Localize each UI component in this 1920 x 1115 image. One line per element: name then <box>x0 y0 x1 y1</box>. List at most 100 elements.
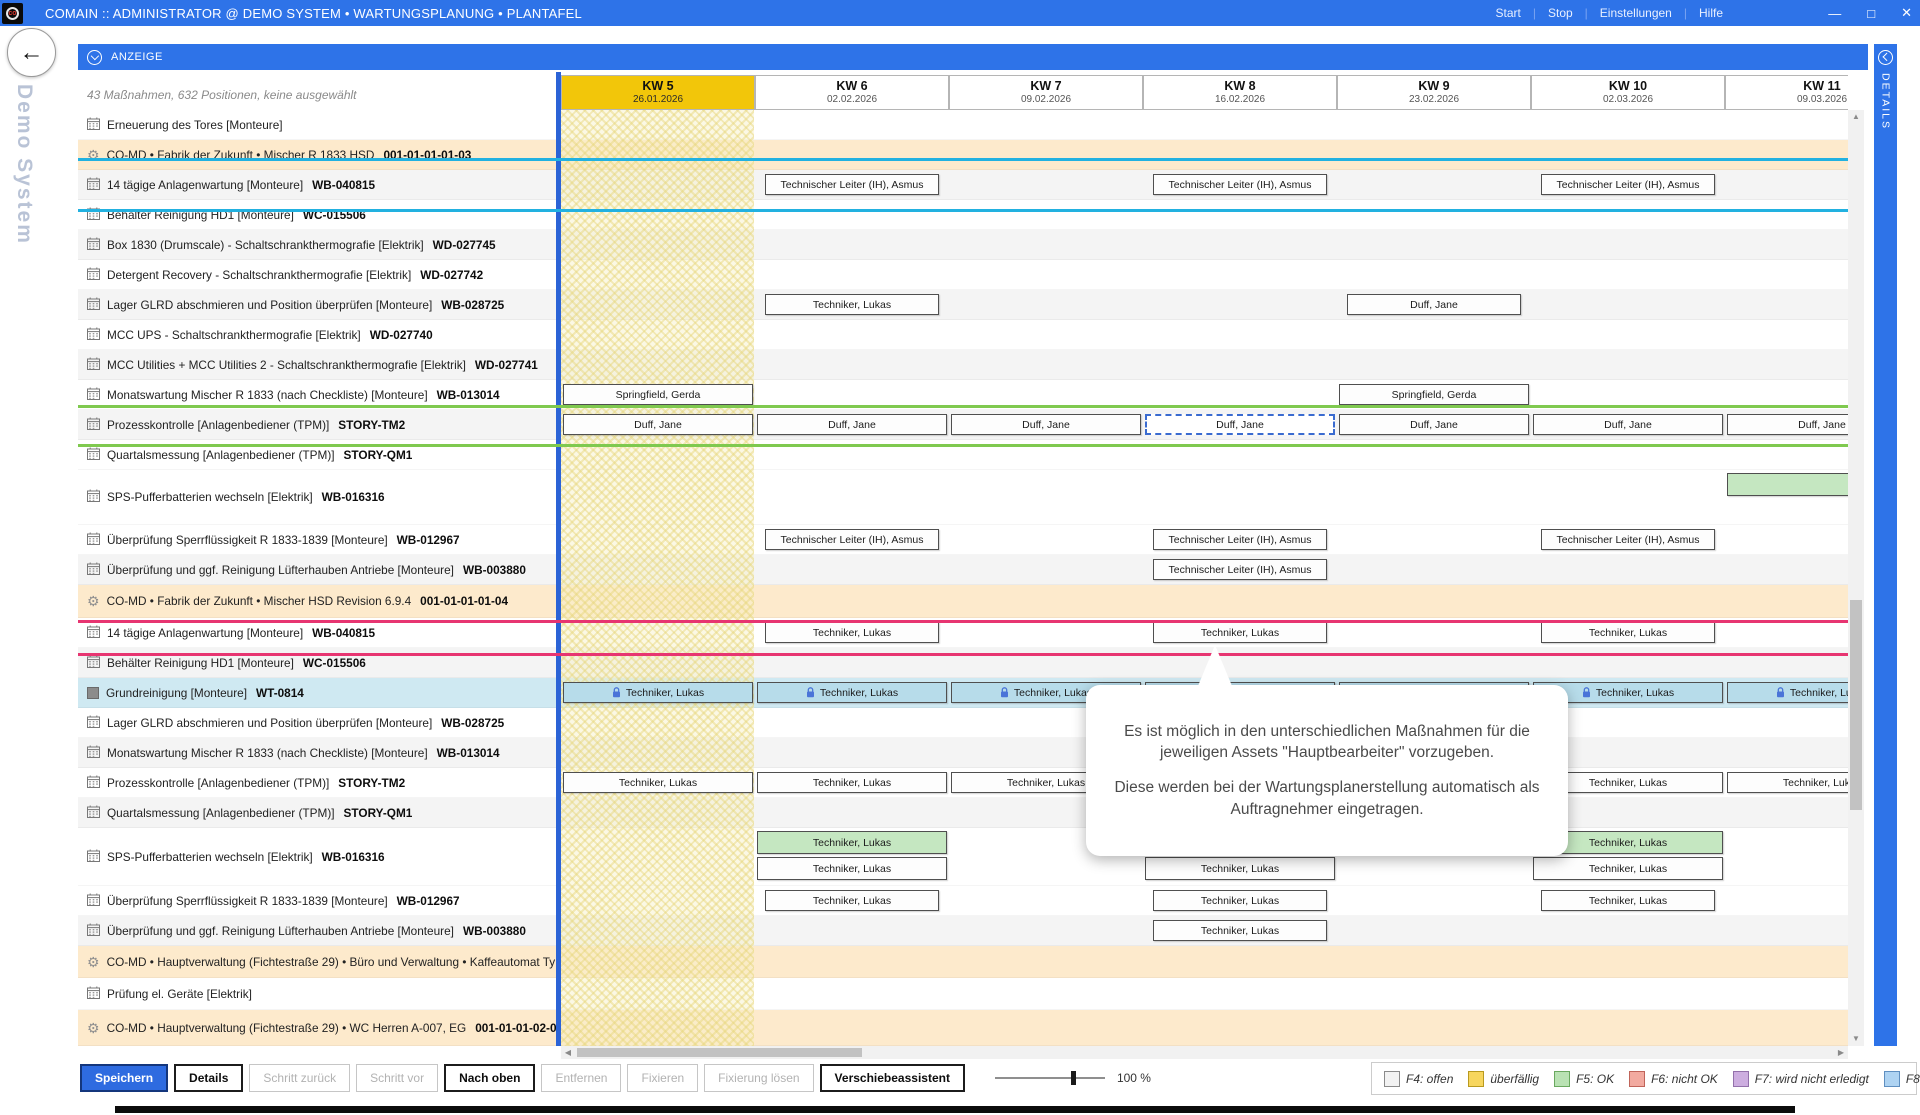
schedule-cell[interactable]: Techniker, Lukas <box>1727 772 1848 793</box>
task-row[interactable]: Überprüfung und ggf. Reinigung Lüfterhau… <box>78 555 1848 585</box>
menu-item-hilfe[interactable]: Hilfe <box>1687 6 1735 20</box>
row-label[interactable]: Box 1830 (Drumscale) - Schaltschrankther… <box>78 230 561 259</box>
schedule-cell[interactable]: Duff, Jane <box>1145 414 1335 435</box>
schedule-cell[interactable]: Techniker, Lukas <box>765 622 939 643</box>
row-label[interactable]: Behälter Reinigung HD1 [Monteure]WC-0155… <box>78 648 561 677</box>
group-row[interactable]: ⚙CO-MD • Hauptverwaltung (Fichtestraße 2… <box>78 946 1848 978</box>
row-label[interactable]: SPS-Pufferbatterien wechseln [Elektrik]W… <box>78 828 561 885</box>
row-label[interactable]: Prozesskontrolle [Anlagenbediener (TPM)]… <box>78 410 561 439</box>
task-row[interactable]: Behälter Reinigung HD1 [Monteure]WC-0155… <box>78 648 1848 678</box>
task-row[interactable]: 14 tägige Anlagenwartung [Monteure]WB-04… <box>78 170 1848 200</box>
schedule-cell[interactable]: Techniker, Lukas <box>765 890 939 911</box>
group-row[interactable]: ⚙CO-MD • Fabrik der Zukunft • Mischer HS… <box>78 585 1848 618</box>
schedule-cell[interactable]: Techniker, Lukas <box>757 772 947 793</box>
row-label[interactable]: ⚙CO-MD • Hauptverwaltung (Fichtestraße 2… <box>78 946 561 977</box>
task-row[interactable]: Prozesskontrolle [Anlagenbediener (TPM)]… <box>78 768 1848 798</box>
anzeige-collapse-bar[interactable]: ANZEIGE <box>78 44 1868 70</box>
task-row[interactable]: Prüfung el. Geräte [Elektrik] <box>78 978 1848 1010</box>
details-button[interactable]: Details <box>174 1064 243 1092</box>
task-row[interactable]: Lager GLRD abschmieren und Position über… <box>78 708 1848 738</box>
close-button[interactable]: ✕ <box>1901 5 1912 21</box>
row-label[interactable]: Überprüfung und ggf. Reinigung Lüfterhau… <box>78 916 561 945</box>
schedule-cell[interactable]: Techniker, Lukas <box>1153 622 1327 643</box>
row-label[interactable]: Monatswartung Mischer R 1833 (nach Check… <box>78 380 561 409</box>
schedule-cell[interactable]: Duff, Jane <box>1339 414 1529 435</box>
schedule-cell[interactable]: Duff, Jane <box>757 414 947 435</box>
schedule-cell[interactable] <box>1727 473 1848 496</box>
week-header-kw-11[interactable]: KW 1109.03.2026 <box>1725 75 1848 110</box>
task-row[interactable]: Monatswartung Mischer R 1833 (nach Check… <box>78 738 1848 768</box>
horizontal-scroll-thumb[interactable] <box>577 1048 862 1057</box>
week-header-kw-10[interactable]: KW 1002.03.2026 <box>1531 75 1725 110</box>
speichern-button[interactable]: Speichern <box>80 1064 168 1092</box>
row-label[interactable]: Überprüfung Sperrflüssigkeit R 1833-1839… <box>78 886 561 915</box>
row-label[interactable]: Lager GLRD abschmieren und Position über… <box>78 708 561 737</box>
schedule-cell[interactable]: Techniker, Lukas <box>765 294 939 315</box>
schedule-cell[interactable]: Techniker, Lukas <box>1727 682 1848 703</box>
task-row[interactable]: SPS-Pufferbatterien wechseln [Elektrik]W… <box>78 470 1848 525</box>
schedule-cell[interactable]: Techniker, Lukas <box>757 682 947 703</box>
row-label[interactable]: ⚙CO-MD • Hauptverwaltung (Fichtestraße 2… <box>78 1010 561 1045</box>
schedule-cell[interactable]: Techniker, Lukas <box>1533 857 1723 880</box>
schedule-cell[interactable]: Duff, Jane <box>951 414 1141 435</box>
task-row[interactable]: Grundreinigung [Monteure]WT-0814Technike… <box>78 678 1848 708</box>
row-label[interactable]: MCC Utilities + MCC Utilities 2 - Schalt… <box>78 350 561 379</box>
scroll-down-icon[interactable]: ▼ <box>1848 1032 1864 1046</box>
horizontal-scrollbar[interactable]: ◀ ▶ <box>561 1046 1848 1059</box>
task-row[interactable]: 14 tägige Anlagenwartung [Monteure]WB-04… <box>78 618 1848 648</box>
row-label[interactable]: Überprüfung Sperrflüssigkeit R 1833-1839… <box>78 525 561 554</box>
row-label[interactable]: Behälter Reinigung HD1 [Monteure]WC-0155… <box>78 200 561 229</box>
row-label[interactable]: Überprüfung und ggf. Reinigung Lüfterhau… <box>78 555 561 584</box>
task-row[interactable]: Behälter Reinigung HD1 [Monteure]WC-0155… <box>78 200 1848 230</box>
details-side-tab[interactable]: DETAILS <box>1874 44 1897 1046</box>
row-label[interactable]: SPS-Pufferbatterien wechseln [Elektrik]W… <box>78 470 561 524</box>
menu-item-start[interactable]: Start <box>1484 6 1533 20</box>
task-row[interactable]: Erneuerung des Tores [Monteure] <box>78 110 1848 140</box>
schedule-cell[interactable]: Technischer Leiter (IH), Asmus <box>1541 529 1715 550</box>
scroll-up-icon[interactable]: ▲ <box>1848 110 1864 124</box>
row-label[interactable]: Quartalsmessung [Anlagenbediener (TPM)]S… <box>78 798 561 827</box>
group-row[interactable]: ⚙CO-MD • Hauptverwaltung (Fichtestraße 2… <box>78 1010 1848 1046</box>
row-label[interactable]: Erneuerung des Tores [Monteure] <box>78 110 561 139</box>
week-header-kw-8[interactable]: KW 816.02.2026 <box>1143 75 1337 110</box>
schedule-cell[interactable]: Techniker, Lukas <box>1541 622 1715 643</box>
schedule-cell[interactable]: Duff, Jane <box>1727 414 1848 435</box>
schedule-cell[interactable]: Technischer Leiter (IH), Asmus <box>1153 174 1327 195</box>
slider-thumb[interactable] <box>1071 1071 1076 1085</box>
schedule-cell[interactable]: Springfield, Gerda <box>563 384 753 405</box>
schedule-cell[interactable]: Techniker, Lukas <box>757 857 947 880</box>
schedule-cell[interactable]: Techniker, Lukas <box>1145 857 1335 880</box>
schedule-cell[interactable]: Techniker, Lukas <box>757 831 947 854</box>
verschiebeassistent-button[interactable]: Verschiebeassistent <box>820 1064 965 1092</box>
scroll-right-icon[interactable]: ▶ <box>1834 1046 1848 1059</box>
week-header-kw-6[interactable]: KW 602.02.2026 <box>755 75 949 110</box>
back-button[interactable]: ← <box>7 28 56 77</box>
row-label[interactable]: Grundreinigung [Monteure]WT-0814 <box>78 678 561 707</box>
schedule-cell[interactable]: Technischer Leiter (IH), Asmus <box>765 174 939 195</box>
row-label[interactable]: ⚙CO-MD • Fabrik der Zukunft • Mischer HS… <box>78 585 561 617</box>
schedule-cell[interactable]: Duff, Jane <box>563 414 753 435</box>
week-header-kw-9[interactable]: KW 923.02.2026 <box>1337 75 1531 110</box>
zoom-slider[interactable] <box>995 1070 1105 1086</box>
task-row[interactable]: Überprüfung und ggf. Reinigung Lüfterhau… <box>78 916 1848 946</box>
minimize-button[interactable]: — <box>1828 6 1841 21</box>
task-row[interactable]: Quartalsmessung [Anlagenbediener (TPM)]S… <box>78 798 1848 828</box>
task-row[interactable]: Lager GLRD abschmieren und Position über… <box>78 290 1848 320</box>
maximize-button[interactable]: □ <box>1867 6 1875 21</box>
task-row[interactable]: MCC Utilities + MCC Utilities 2 - Schalt… <box>78 350 1848 380</box>
scroll-left-icon[interactable]: ◀ <box>561 1046 575 1059</box>
task-row[interactable]: MCC UPS - Schaltschrankthermografie [Ele… <box>78 320 1848 350</box>
schedule-cell[interactable]: Techniker, Lukas <box>563 682 753 703</box>
row-label[interactable]: 14 tägige Anlagenwartung [Monteure]WB-04… <box>78 170 561 199</box>
schedule-cell[interactable]: Springfield, Gerda <box>1339 384 1529 405</box>
schedule-cell[interactable]: Technischer Leiter (IH), Asmus <box>1153 529 1327 550</box>
row-label[interactable]: Prozesskontrolle [Anlagenbediener (TPM)]… <box>78 768 561 797</box>
row-label[interactable]: Monatswartung Mischer R 1833 (nach Check… <box>78 738 561 767</box>
menu-item-stop[interactable]: Stop <box>1536 6 1585 20</box>
task-row[interactable]: Quartalsmessung [Anlagenbediener (TPM)]S… <box>78 440 1848 470</box>
row-label[interactable]: Detergent Recovery - Schaltschrankthermo… <box>78 260 561 289</box>
schedule-cell[interactable]: Duff, Jane <box>1533 414 1723 435</box>
row-label[interactable]: Lager GLRD abschmieren und Position über… <box>78 290 561 319</box>
row-label[interactable]: Quartalsmessung [Anlagenbediener (TPM)]S… <box>78 440 561 469</box>
task-row[interactable]: Überprüfung Sperrflüssigkeit R 1833-1839… <box>78 886 1848 916</box>
